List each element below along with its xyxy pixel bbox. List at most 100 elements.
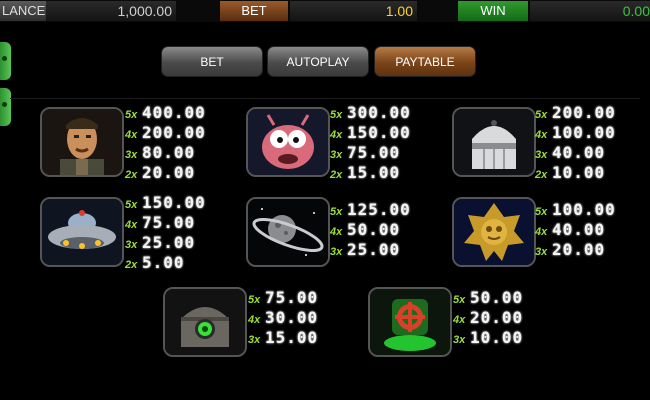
payout-row: 5x 400.00 [125, 103, 206, 123]
robot-helmet-icon [452, 107, 536, 177]
payout-amount: 20.00 [552, 240, 606, 259]
multiplier: 5x [125, 199, 138, 211]
payout-amount: 75.00 [265, 288, 319, 307]
multiplier: 4x [330, 226, 343, 238]
payout-row: 2x 10.00 [535, 163, 616, 183]
multiplier: 5x [125, 109, 138, 121]
payout-row: 4x 20.00 [453, 308, 523, 328]
payout-amount: 100.00 [552, 123, 616, 142]
payout-amount: 10.00 [552, 163, 606, 182]
multiplier: 2x [535, 169, 548, 181]
ufo-icon [40, 197, 124, 267]
payout-amount: 150.00 [347, 123, 411, 142]
tab-bet[interactable]: BET [161, 46, 263, 77]
win-value: 0.00 [530, 1, 650, 21]
paytable-robot-helmet: 5x 200.00 4x 100.00 3x 40.00 2x 10.00 [535, 103, 616, 183]
multiplier: 5x [330, 109, 343, 121]
payout-row: 3x 10.00 [453, 328, 523, 348]
top-bar: LANCE 1,000.00 BET 1.00 WIN 0.00 [0, 0, 650, 22]
payout-row: 4x 150.00 [330, 123, 411, 143]
paytable-ringed-planet: 5x 125.00 4x 50.00 3x 25.00 [330, 200, 411, 260]
tab-autoplay[interactable]: AUTOPLAY [267, 46, 369, 77]
multiplier: 2x [330, 169, 343, 181]
divider [10, 98, 640, 99]
payout-row: 4x 30.00 [248, 308, 318, 328]
payout-row: 2x 15.00 [330, 163, 411, 183]
payout-row: 4x 50.00 [330, 220, 411, 240]
multiplier: 4x [248, 314, 261, 326]
multiplier: 4x [453, 314, 466, 326]
paytable-gold-badge: 5x 100.00 4x 40.00 3x 20.00 [535, 200, 616, 260]
multiplier: 4x [535, 129, 548, 141]
payout-amount: 15.00 [347, 163, 401, 182]
paytable-green-target: 5x 50.00 4x 20.00 3x 10.00 [453, 288, 523, 348]
payout-amount: 75.00 [347, 143, 401, 162]
multiplier: 3x [453, 334, 466, 346]
payout-amount: 5.00 [142, 253, 185, 272]
payout-row: 2x 20.00 [125, 163, 206, 183]
payout-amount: 125.00 [347, 200, 411, 219]
payout-row: 2x 5.00 [125, 253, 206, 273]
payout-row: 4x 100.00 [535, 123, 616, 143]
payout-amount: 10.00 [470, 328, 524, 347]
payout-row: 3x 75.00 [330, 143, 411, 163]
win-field: WIN 0.00 [0, 1, 650, 21]
dot-icon [2, 102, 7, 107]
multiplier: 3x [248, 334, 261, 346]
payout-amount: 15.00 [265, 328, 319, 347]
payout-row: 5x 125.00 [330, 200, 411, 220]
side-sound-tab[interactable] [0, 88, 11, 126]
payout-row: 5x 300.00 [330, 103, 411, 123]
payout-amount: 400.00 [142, 103, 206, 122]
payout-amount: 200.00 [552, 103, 616, 122]
payout-row: 3x 25.00 [125, 233, 206, 253]
payout-amount: 80.00 [142, 143, 196, 162]
payout-amount: 20.00 [470, 308, 524, 327]
payout-amount: 25.00 [347, 240, 401, 259]
dot-icon [2, 56, 7, 61]
multiplier: 5x [248, 294, 261, 306]
multiplier: 3x [330, 246, 343, 258]
payout-amount: 40.00 [552, 220, 606, 239]
payout-row: 5x 150.00 [125, 193, 206, 213]
multiplier: 5x [535, 109, 548, 121]
payout-row: 5x 75.00 [248, 288, 318, 308]
multiplier: 3x [125, 149, 138, 161]
payout-amount: 50.00 [470, 288, 524, 307]
payout-amount: 20.00 [142, 163, 196, 182]
multiplier: 3x [125, 239, 138, 251]
multiplier: 3x [535, 149, 548, 161]
multiplier: 5x [453, 294, 466, 306]
payout-amount: 300.00 [347, 103, 411, 122]
payout-amount: 40.00 [552, 143, 606, 162]
multiplier: 4x [125, 129, 138, 141]
side-menu-tab[interactable] [0, 42, 11, 80]
payout-amount: 200.00 [142, 123, 206, 142]
multiplier: 3x [535, 246, 548, 258]
payout-amount: 25.00 [142, 233, 196, 252]
multiplier: 3x [330, 149, 343, 161]
payout-amount: 30.00 [265, 308, 319, 327]
soldier-icon [40, 107, 124, 177]
payout-row: 3x 40.00 [535, 143, 616, 163]
paytable-soldier: 5x 400.00 4x 200.00 3x 80.00 2x 20.00 [125, 103, 206, 183]
tab-paytable[interactable]: PAYTABLE [374, 46, 476, 77]
payout-row: 3x 25.00 [330, 240, 411, 260]
win-label: WIN [458, 1, 528, 21]
payout-amount: 100.00 [552, 200, 616, 219]
payout-amount: 150.00 [142, 193, 206, 212]
payout-row: 3x 80.00 [125, 143, 206, 163]
payout-amount: 50.00 [347, 220, 401, 239]
ringed-planet-icon [246, 197, 330, 267]
payout-row: 4x 40.00 [535, 220, 616, 240]
paytable-ufo: 5x 150.00 4x 75.00 3x 25.00 2x 5.00 [125, 193, 206, 273]
payout-row: 5x 200.00 [535, 103, 616, 123]
payout-row: 3x 20.00 [535, 240, 616, 260]
green-target-icon [368, 287, 452, 357]
paytable-pink-alien: 5x 300.00 4x 150.00 3x 75.00 2x 15.00 [330, 103, 411, 183]
multiplier: 2x [125, 259, 138, 271]
multiplier: 2x [125, 169, 138, 181]
multiplier: 5x [535, 206, 548, 218]
gold-badge-icon [452, 197, 536, 267]
payout-row: 4x 75.00 [125, 213, 206, 233]
